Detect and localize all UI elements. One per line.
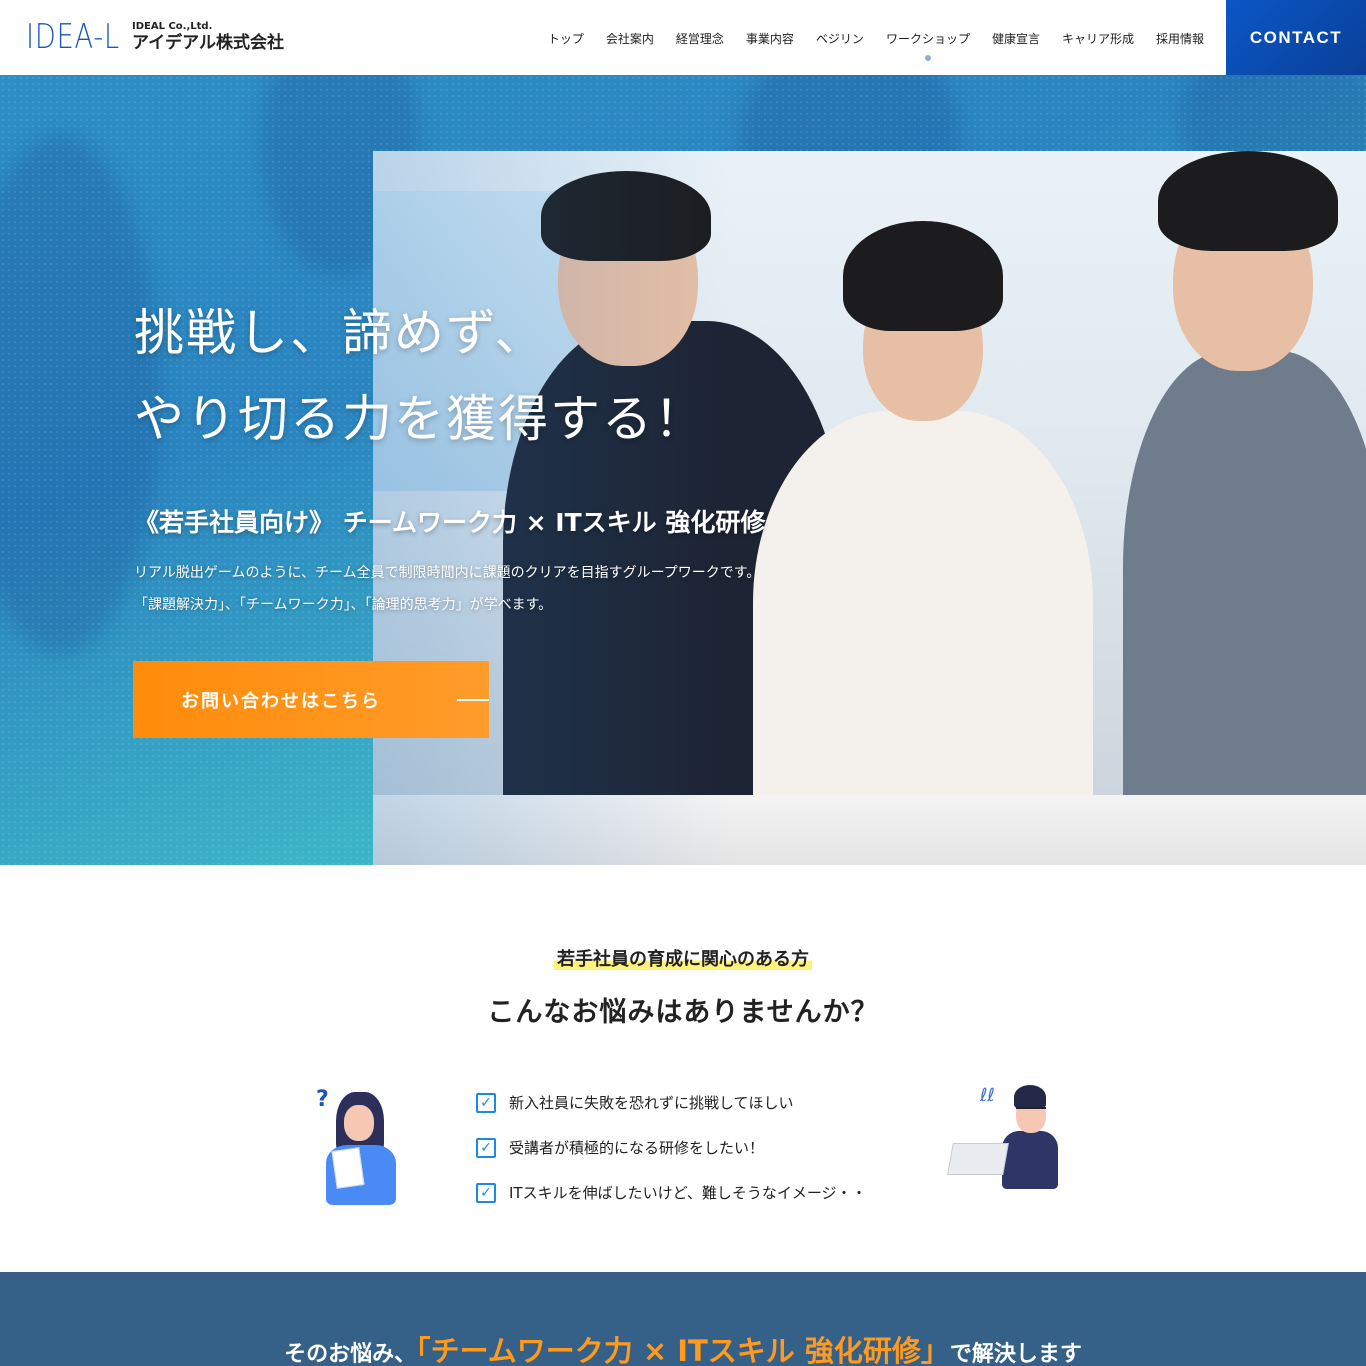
- hero-subtitle: 《若手社員向け》 チームワーク力 × ITスキル 強化研修: [134, 508, 766, 537]
- nav-item-company[interactable]: 会社案内: [606, 30, 654, 47]
- concern-item: ✓ 受講者が積極的になる研修をしたい！: [476, 1125, 867, 1170]
- solution-banner: そのお悩み、「チームワーク力 × ITスキル 強化研修」で解決します: [0, 1272, 1366, 1366]
- hero-title-line: やり切る力を獲得する！: [134, 390, 706, 448]
- clipboard-icon: [331, 1147, 365, 1189]
- logo-mark: IDEA-L: [26, 17, 120, 57]
- inquiry-button[interactable]: お問い合わせはこちら: [133, 661, 489, 738]
- concerns-list: ✓ 新入社員に失敗を恐れずに挑戦してほしい ✓ 受講者が積極的になる研修をしたい…: [476, 1080, 867, 1215]
- concerns-section: 若手社員の育成に関心のある方 こんなお悩みはありませんか？ ? ✓ 新入社員に失…: [0, 865, 1366, 1272]
- logo[interactable]: IDEA-L IDEAL Co.,Ltd. アイデアル株式会社: [26, 20, 284, 54]
- hero-description: リアル脱出ゲームのように、チーム全員で制限時間内に課題のクリアを目指すグループワ…: [134, 565, 761, 613]
- hero-section: [0, 75, 1366, 865]
- inquiry-button-label: お問い合わせはこちら: [181, 690, 381, 712]
- target-tagline: 若手社員の育成に関心のある方: [0, 945, 1366, 971]
- confused-woman-illustration: ?: [316, 1087, 406, 1207]
- arrow-line-icon: [457, 699, 489, 701]
- nav-item-top[interactable]: トップ: [548, 30, 584, 47]
- swirl-icon: ℓℓ: [980, 1085, 995, 1106]
- concern-item: ✓ 新入社員に失敗を恐れずに挑戦してほしい: [476, 1080, 867, 1125]
- main-nav: トップ 会社案内 経営理念 事業内容 ベジリン ワークショップ 健康宣言 キャリ…: [548, 30, 1204, 61]
- nav-item-business[interactable]: 事業内容: [746, 30, 794, 47]
- hero-title-line: 挑戦し、諦めず、: [134, 304, 547, 362]
- nav-item-career[interactable]: キャリア形成: [1062, 30, 1134, 47]
- concern-item: ✓ ITスキルを伸ばしたいけど、難しそうなイメージ・・: [476, 1170, 867, 1215]
- glasses-icon: [1016, 1107, 1046, 1117]
- contact-button[interactable]: CONTACT: [1226, 0, 1366, 75]
- thinking-man-illustration: ℓℓ: [947, 1085, 1060, 1195]
- logo-text: IDEAL Co.,Ltd. アイデアル株式会社: [132, 21, 284, 53]
- checkbox-icon: ✓: [476, 1137, 496, 1158]
- hero-title: 挑戦し、諦めず、 やり切る力を獲得する！: [134, 290, 706, 462]
- checkbox-icon: ✓: [476, 1182, 496, 1203]
- solution-heading: そのお悩み、「チームワーク力 × ITスキル 強化研修」で解決します: [284, 1334, 1082, 1366]
- nav-item-vegirin[interactable]: ベジリン: [816, 30, 864, 47]
- concerns-title: こんなお悩みはありませんか？: [487, 997, 879, 1028]
- nav-item-workshop[interactable]: ワークショップ: [886, 30, 970, 61]
- site-header: IDEA-L IDEAL Co.,Ltd. アイデアル株式会社 トップ 会社案内…: [0, 0, 1366, 75]
- nav-item-philosophy[interactable]: 経営理念: [676, 30, 724, 47]
- nav-item-health[interactable]: 健康宣言: [992, 30, 1040, 47]
- nav-item-recruit[interactable]: 採用情報: [1156, 30, 1204, 47]
- photo-person: [1123, 351, 1366, 865]
- checkbox-icon: ✓: [476, 1092, 496, 1113]
- company-name-jp: アイデアル株式会社: [132, 33, 284, 53]
- solution-highlight: 「チームワーク力 × ITスキル 強化研修」: [416, 1334, 950, 1366]
- company-name-en: IDEAL Co.,Ltd.: [132, 21, 213, 32]
- question-icon: ?: [316, 1087, 329, 1112]
- laptop-icon: [947, 1143, 1009, 1175]
